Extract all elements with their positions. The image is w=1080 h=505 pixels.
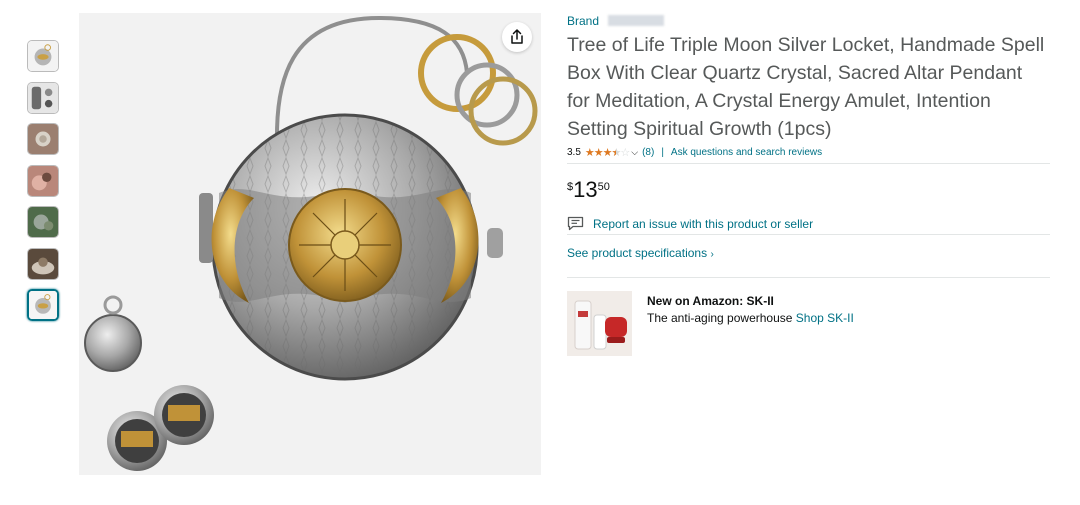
thumbnail-2[interactable]	[27, 81, 59, 114]
thumbnail-1[interactable]	[27, 40, 59, 72]
brand-link[interactable]: Brand	[567, 14, 599, 28]
shop-ad-link[interactable]: Shop SK-II	[796, 311, 854, 325]
report-issue-row[interactable]: Report an issue with this product or sel…	[567, 216, 813, 231]
divider	[567, 277, 1050, 278]
share-icon	[509, 29, 525, 45]
ad-product-image[interactable]	[567, 291, 632, 356]
thumbnail-4[interactable]	[27, 164, 59, 197]
share-button[interactable]	[502, 22, 532, 52]
star-rating[interactable]: ★★★★★☆	[585, 146, 630, 159]
brand-row: Brand	[567, 14, 665, 28]
thumbnail-6[interactable]	[27, 247, 59, 280]
thumbnail-strip	[27, 40, 63, 331]
main-product-image[interactable]	[79, 13, 541, 475]
product-specs-link[interactable]: See product specifications	[567, 246, 707, 260]
locket-illustration	[79, 13, 541, 475]
thumbnail-7-selected[interactable]	[27, 289, 59, 321]
specs-row: See product specifications ›	[567, 246, 714, 260]
price: $ 13 50	[567, 178, 610, 202]
rating-count-link[interactable]: (8)	[642, 147, 654, 158]
price-whole: 13	[573, 177, 598, 202]
rating-value: 3.5	[567, 147, 581, 158]
chevron-right-icon[interactable]: ›	[710, 249, 713, 260]
product-title: Tree of Life Triple Moon Silver Locket, …	[567, 34, 1045, 140]
ad-title: New on Amazon: SK-II	[647, 294, 774, 308]
ask-questions-link[interactable]: Ask questions and search reviews	[671, 147, 822, 158]
divider	[567, 163, 1050, 164]
ad-description: The anti-aging powerhouse	[647, 311, 793, 325]
thumbnail-5[interactable]	[27, 206, 59, 238]
ad-description-row: The anti-aging powerhouse Shop SK-II	[647, 310, 854, 327]
price-fraction: 50	[597, 181, 610, 193]
separator: |	[661, 147, 664, 158]
divider	[567, 234, 1050, 235]
sponsored-ad[interactable]: New on Amazon: SK-II The anti-aging powe…	[567, 291, 854, 356]
rating-row: 3.5 ★★★★★☆ ⌵ (8) | Ask questions and sea…	[567, 146, 822, 159]
thumbnail-3[interactable]	[27, 123, 59, 155]
brand-name-redacted	[608, 15, 665, 26]
message-icon	[567, 216, 584, 231]
report-issue-link[interactable]: Report an issue with this product or sel…	[593, 217, 813, 231]
ad-text-block: New on Amazon: SK-II The anti-aging powe…	[647, 291, 854, 356]
chevron-down-icon[interactable]: ⌵	[631, 147, 638, 158]
